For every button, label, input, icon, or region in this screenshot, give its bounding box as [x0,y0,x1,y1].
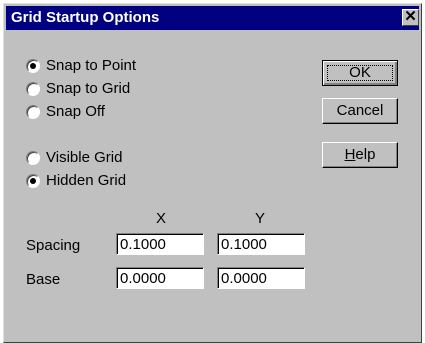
radio-button-icon [26,151,40,165]
help-button[interactable]: Help [322,142,398,168]
radio-label: Visible Grid [46,149,123,166]
dialog-title: Grid Startup Options [11,9,160,26]
help-label: elp [355,146,376,163]
focus-rect [327,65,393,81]
spacing-y-field[interactable] [217,233,305,255]
spacing-x-field[interactable] [116,233,204,255]
radio-label: Snap Off [46,103,105,120]
cancel-button[interactable]: Cancel [322,98,398,124]
grid-startup-options-dialog: Grid Startup Options ✕ Snap to Point Sna… [3,3,422,343]
radio-button-icon [26,174,40,188]
cancel-label: Cancel [336,102,384,119]
spacing-label: Spacing [26,237,81,254]
radio-label: Snap to Point [46,57,137,74]
radio-button-icon [26,59,40,73]
radio-label: Hidden Grid [46,172,127,189]
radio-button-icon [26,82,40,96]
close-button[interactable]: ✕ [402,9,419,26]
base-x-field[interactable] [116,267,204,289]
column-header-x: X [156,210,167,227]
ok-button[interactable]: OK [322,60,398,86]
radio-button-icon [26,105,40,119]
base-y-field[interactable] [217,267,305,289]
close-icon: ✕ [404,8,417,25]
help-accelerator: H [344,146,356,163]
column-header-y: Y [255,210,266,227]
radio-label: Snap to Grid [46,80,131,97]
base-label: Base [26,271,61,288]
title-bar[interactable]: Grid Startup Options ✕ [6,6,419,30]
